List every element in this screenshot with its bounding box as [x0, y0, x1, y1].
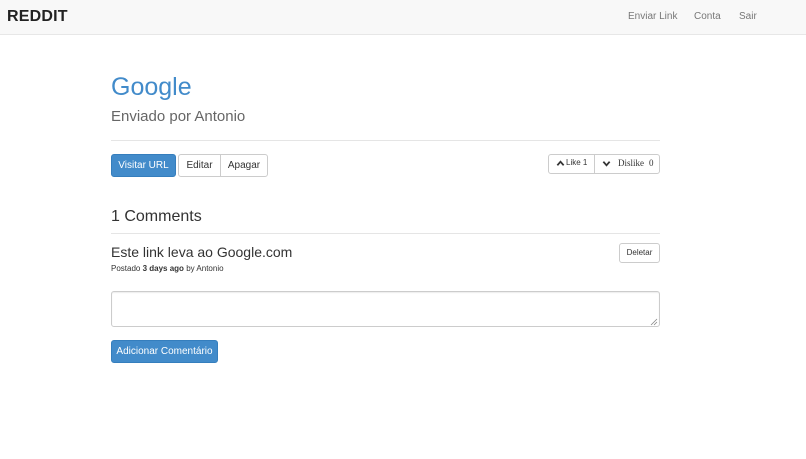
chevron-up-icon — [556, 160, 565, 166]
visit-url-button[interactable]: Visitar URL — [111, 154, 176, 177]
dislike-button[interactable]: Dislike 0 — [595, 155, 659, 173]
like-button[interactable]: Like 1 — [549, 155, 595, 173]
add-comment-button[interactable]: Adicionar Comentário — [111, 340, 218, 363]
comment-author: by Antonio — [186, 264, 224, 273]
divider — [111, 140, 660, 141]
dislike-count: 0 — [649, 158, 654, 168]
comments-heading: 1 Comments — [111, 208, 202, 225]
comment-time: 3 days ago — [142, 264, 184, 273]
comment-textarea[interactable] — [111, 291, 660, 327]
post-subtitle: Enviado por Antonio — [111, 108, 246, 125]
nav-link-enviar-link[interactable]: Enviar Link — [628, 11, 677, 22]
comment-meta-prefix: Postado — [111, 264, 141, 273]
vote-group: Like 1 Dislike 0 — [548, 154, 660, 174]
nav-links: Enviar Link Conta Sair — [0, 11, 806, 25]
nav-link-conta[interactable]: Conta — [694, 11, 721, 22]
edit-button[interactable]: Editar — [178, 154, 221, 177]
delete-post-button[interactable]: Apagar — [220, 154, 268, 177]
divider — [111, 233, 660, 234]
delete-comment-button[interactable]: Deletar — [619, 243, 660, 263]
chevron-down-icon — [602, 161, 611, 167]
dislike-label: Dislike — [618, 158, 644, 168]
navbar: REDDIT Enviar Link Conta Sair — [0, 0, 806, 35]
resize-grip-icon[interactable] — [650, 318, 658, 326]
nav-link-sair[interactable]: Sair — [739, 11, 757, 22]
comment-meta: Postado 3 days ago by Antonio — [111, 264, 224, 273]
post-title[interactable]: Google — [111, 73, 192, 102]
comment-text: Este link leva ao Google.com — [111, 244, 293, 260]
like-label: Like 1 — [566, 158, 588, 167]
